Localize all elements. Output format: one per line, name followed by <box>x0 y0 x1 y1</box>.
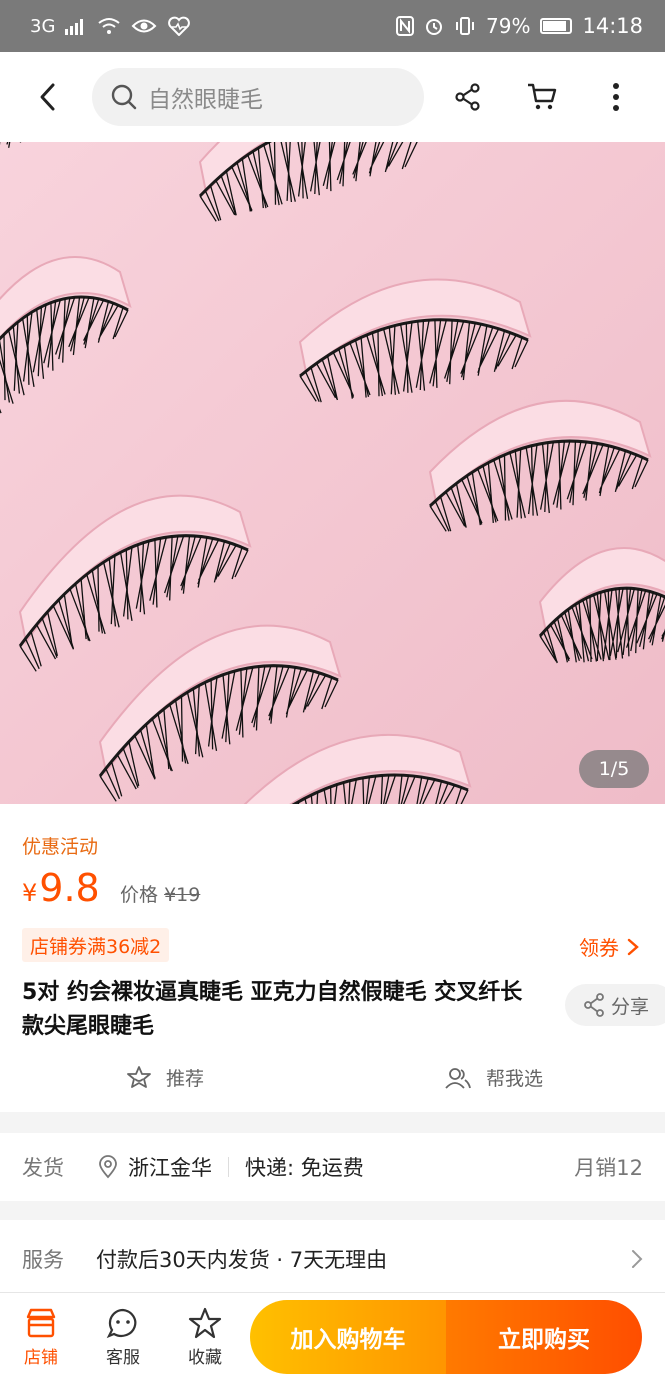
battery-fill <box>543 21 566 31</box>
product-title: 5对 约会裸妆逼真睫毛 亚克力自然假睫毛 交叉纤长款尖尾眼睫毛 <box>22 980 523 1039</box>
recommend-button[interactable]: 推荐 <box>126 1064 204 1091</box>
alarm-icon <box>426 19 443 35</box>
chevron-right-icon <box>632 1250 643 1268</box>
health-icon <box>168 16 191 36</box>
help-choose-button[interactable]: 帮我选 <box>444 1064 543 1091</box>
back-button[interactable] <box>18 67 78 127</box>
share-icon <box>584 993 604 1017</box>
clock: 14:18 <box>582 14 643 38</box>
more-icon <box>613 83 619 111</box>
price-value: 9.8 <box>39 866 100 910</box>
wifi-icon <box>98 18 121 34</box>
eye-icon <box>131 19 157 33</box>
product-info: 优惠活动 ¥ 9.8 价格 ¥19 店铺券满36减2 领券 5对 约会裸妆逼真睫… <box>0 804 665 1112</box>
search-bar[interactable]: 自然眼睫毛 <box>92 68 424 126</box>
top-nav: 自然眼睫毛 <box>0 52 665 142</box>
original-price: 价格 ¥19 <box>120 880 200 907</box>
shop-button[interactable]: 店铺 <box>0 1307 82 1368</box>
service-text: 付款后30天内发货 · 7天无理由 <box>96 1248 388 1272</box>
price: ¥ 9.8 <box>22 866 100 910</box>
back-icon <box>40 83 55 111</box>
chevron-right-icon <box>627 938 639 955</box>
help-choose-label: 帮我选 <box>486 1068 544 1090</box>
original-price-value: ¥19 <box>164 884 201 906</box>
battery-percent: 79% <box>486 14 531 38</box>
purchase-buttons: 加入购物车 立即购买 <box>250 1300 642 1374</box>
cart-icon <box>528 83 557 110</box>
product-page: 3G 79% 14:18 自然眼睫毛 1/5 优惠活动 ¥ 9.8 价格 ¥19… <box>0 0 665 1381</box>
vibrate-icon <box>456 17 475 35</box>
cart-button[interactable] <box>512 67 572 127</box>
battery-icon <box>540 18 573 34</box>
status-right: 79% 14:18 <box>396 14 643 38</box>
network-label: 3G <box>30 15 56 37</box>
shipping-location: 浙江金华 <box>98 1152 212 1182</box>
star-icon <box>188 1307 222 1338</box>
search-icon <box>111 84 137 110</box>
promo-label: 优惠活动 <box>22 836 99 858</box>
customer-service-label: 客服 <box>106 1347 140 1368</box>
more-button[interactable] <box>586 67 646 127</box>
recommend-icon <box>127 1065 151 1088</box>
share-button-inline[interactable]: 分享 <box>565 984 665 1026</box>
get-coupon-button[interactable]: 领券 <box>579 932 639 961</box>
status-left: 3G <box>30 16 191 37</box>
get-coupon-label: 领券 <box>579 936 619 960</box>
shop-icon <box>26 1308 56 1337</box>
buy-now-button[interactable]: 立即购买 <box>446 1300 642 1374</box>
shop-coupon-badge[interactable]: 店铺券满36减2 <box>22 928 170 962</box>
share-label: 分享 <box>611 995 650 1018</box>
share-icon <box>455 83 480 111</box>
favorite-button[interactable]: 收藏 <box>164 1307 246 1368</box>
product-image-carousel[interactable]: 1/5 <box>0 142 665 804</box>
bottom-action-bar: 店铺 客服 收藏 加入购物车 立即购买 <box>0 1292 665 1381</box>
original-price-label: 价格 <box>120 884 159 906</box>
image-pager: 1/5 <box>579 750 649 788</box>
product-image <box>0 142 665 804</box>
signal-icon <box>65 19 84 35</box>
share-button[interactable] <box>438 67 498 127</box>
shipping-label: 发货 <box>22 1156 64 1180</box>
chat-face-icon <box>106 1308 137 1338</box>
favorite-label: 收藏 <box>188 1347 222 1368</box>
people-icon <box>445 1067 471 1089</box>
express-fee: 快递: 免运费 <box>245 1156 364 1180</box>
location-pin-icon <box>99 1155 117 1179</box>
status-bar: 3G 79% 14:18 <box>0 0 665 52</box>
service-label: 服务 <box>22 1248 64 1272</box>
recommend-label: 推荐 <box>166 1068 205 1090</box>
customer-service-button[interactable]: 客服 <box>82 1307 164 1368</box>
nfc-icon <box>396 16 415 36</box>
shipping-row[interactable]: 发货 浙江金华 快递: 免运费 月销12 <box>0 1133 665 1201</box>
shop-label: 店铺 <box>24 1347 58 1368</box>
currency-symbol: ¥ <box>22 879 38 907</box>
add-to-cart-button[interactable]: 加入购物车 <box>250 1300 446 1374</box>
service-row[interactable]: 服务 付款后30天内发货 · 7天无理由 <box>0 1220 665 1298</box>
divider <box>228 1157 229 1177</box>
search-placeholder: 自然眼睫毛 <box>148 87 263 113</box>
location-text: 浙江金华 <box>128 1156 212 1180</box>
monthly-sales: 月销12 <box>574 1156 643 1180</box>
